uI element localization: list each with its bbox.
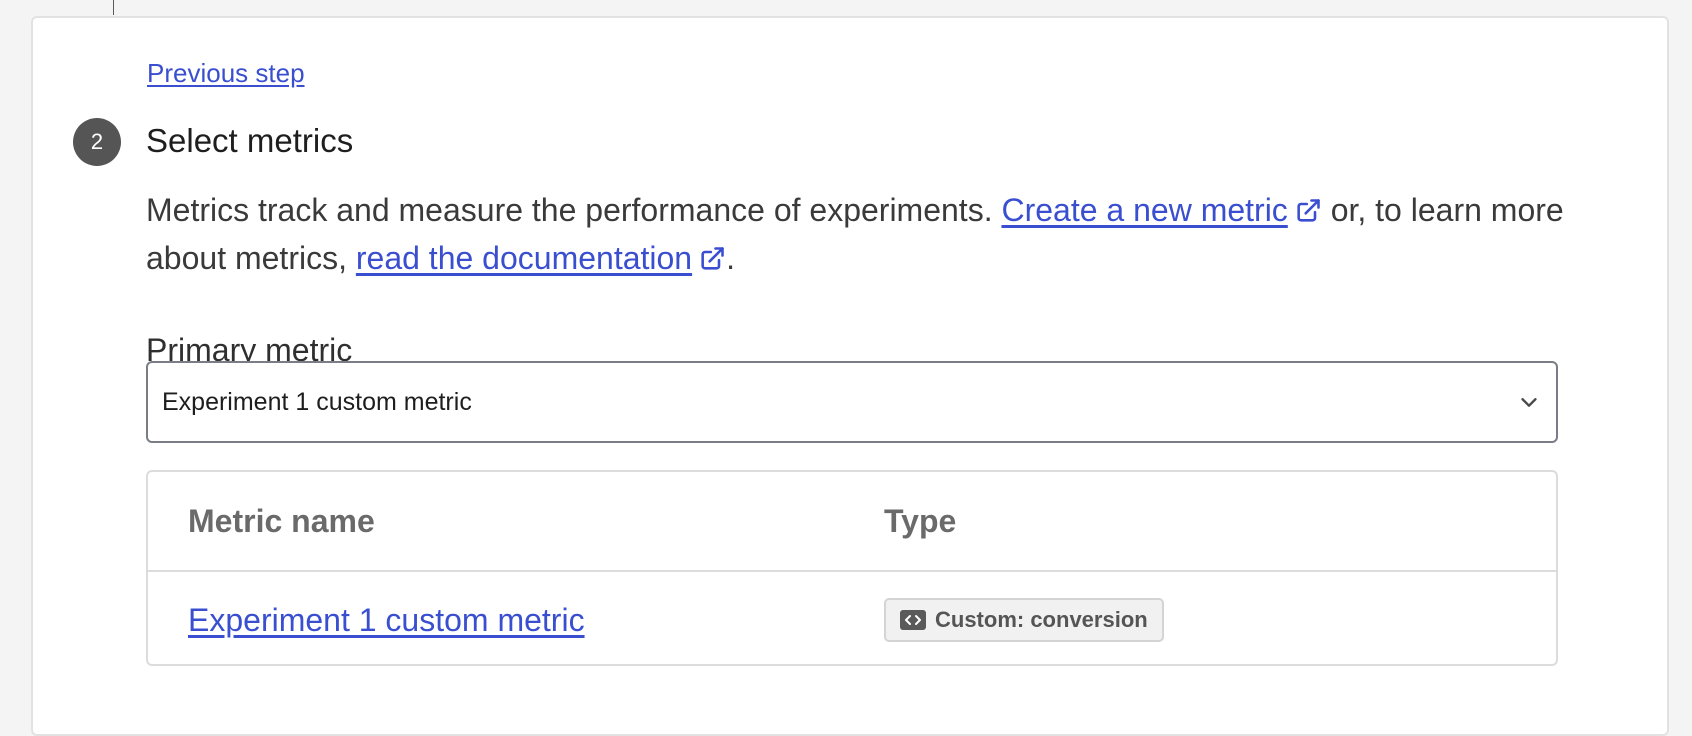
- column-header-type: Type: [884, 502, 957, 539]
- metric-type-cell: Custom: conversion: [884, 572, 1164, 664]
- top-divider-line: [113, 0, 114, 15]
- code-icon: [900, 610, 926, 630]
- select-metrics-card: Previous step 2 Select metrics Metrics t…: [31, 16, 1669, 736]
- chevron-down-icon[interactable]: [1516, 389, 1542, 415]
- metric-name-link[interactable]: Experiment 1 custom metric: [188, 602, 585, 639]
- metrics-table: Metric name Type Experiment 1 custom met…: [146, 470, 1558, 666]
- primary-metric-select[interactable]: Experiment 1 custom metric: [146, 361, 1558, 443]
- external-link-icon: [1297, 199, 1320, 222]
- documentation-link[interactable]: read the documentation: [356, 240, 692, 276]
- documentation-link-label: read the documentation: [355, 240, 693, 276]
- description-text-before: Metrics track and measure the performanc…: [146, 192, 1002, 228]
- metric-name-cell: Experiment 1 custom metric: [188, 572, 585, 664]
- create-metric-link-label: Create a new metric: [1001, 192, 1288, 228]
- table-header-row: Metric name Type: [148, 472, 1556, 572]
- description-text-after: .: [726, 240, 735, 276]
- previous-step-link[interactable]: Previous step: [147, 58, 305, 89]
- primary-metric-selected-value: Experiment 1 custom metric: [162, 387, 472, 416]
- table-row: Experiment 1 custom metric Custom: conve…: [148, 572, 1556, 664]
- external-link-icon: [701, 247, 724, 270]
- step-title: Select metrics: [146, 122, 354, 159]
- metric-type-label: Custom: conversion: [935, 607, 1148, 632]
- metric-type-badge: Custom: conversion: [884, 598, 1164, 642]
- column-header-metric-name: Metric name: [188, 502, 375, 539]
- create-metric-link[interactable]: Create a new metric: [1001, 192, 1287, 228]
- step-description: Metrics track and measure the performanc…: [146, 186, 1626, 282]
- step-number-badge: 2: [73, 118, 121, 166]
